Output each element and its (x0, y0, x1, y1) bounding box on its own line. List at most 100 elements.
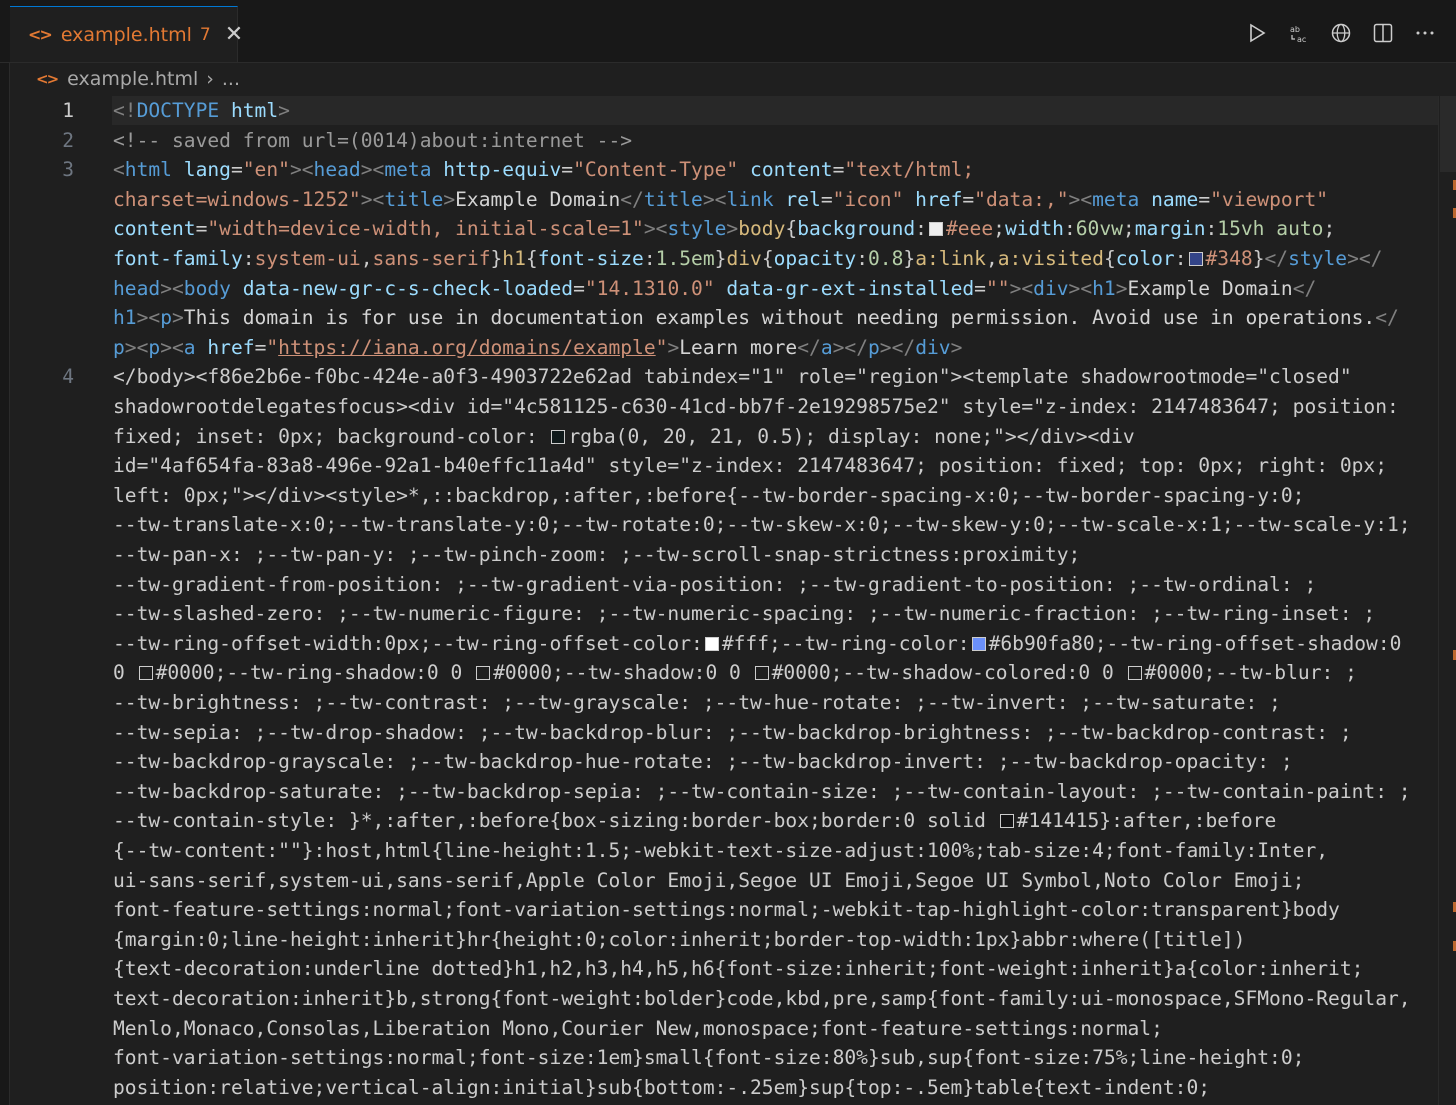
color-swatch[interactable] (551, 429, 566, 444)
code-token: background (797, 217, 916, 241)
code-token: data-gr-ext-installed (714, 276, 975, 300)
scrollbar-thumb[interactable] (1440, 96, 1456, 172)
code-token: > (171, 306, 184, 330)
code-token: </ (620, 187, 644, 211)
code-editor[interactable]: 1 2 3 4 <!DOCTYPE html> <!-- saved from … (0, 96, 1438, 1105)
code-token: = (561, 158, 574, 182)
code-token: { (525, 247, 538, 270)
code-line: --tw-contain-style: }*,:after,:before{bo… (113, 806, 1276, 836)
code-token: #0000;--tw-blur: ; (1144, 661, 1357, 685)
editor-actions: ab ac (1246, 16, 1436, 50)
code-line: id="4af654fa-83a8-496e-92a1-b40effc11a4d… (113, 454, 1388, 478)
line-number: 2 (62, 128, 74, 152)
code-token: ></ (832, 335, 868, 359)
code-token: </ (1264, 247, 1289, 270)
code-line: ui-sans-serif,system-ui,sans-serif,Apple… (113, 868, 1305, 892)
code-token: >< (702, 187, 727, 211)
code-token: ; (1323, 217, 1336, 241)
code-token: title (384, 187, 444, 211)
code-token: >< (136, 306, 161, 330)
code-token: body (738, 217, 786, 241)
code-token: --tw-contain-style: }*,:after,:before{bo… (113, 809, 998, 833)
code-token: DOCTYPE (136, 99, 220, 122)
code-token: div (1033, 276, 1069, 300)
code-token: </ (1292, 276, 1317, 300)
color-swatch[interactable] (754, 666, 769, 681)
code-token: <! (113, 99, 137, 122)
code-line: text-decoration:inherit}b,strong{font-we… (113, 987, 1411, 1010)
code-token: html (219, 99, 279, 122)
code-token: margin (1134, 217, 1206, 241)
code-token: color (1115, 247, 1175, 270)
code-token: = (962, 187, 975, 211)
code-token: >< (360, 158, 385, 182)
tab-example-html[interactable]: <> example.html 7 ✕ (10, 6, 243, 62)
code-token: } (714, 247, 727, 270)
code-token: font-size (537, 247, 644, 270)
code-token: = (974, 276, 986, 300)
preview-icon[interactable] (1330, 22, 1352, 44)
problems-count: 7 (199, 24, 211, 45)
code-token: </ (797, 335, 821, 359)
code-line: --tw-slashed-zero: ;--tw-numeric-figure:… (113, 602, 1376, 626)
color-swatch[interactable] (999, 814, 1014, 829)
replace-icon[interactable]: ab ac (1288, 22, 1310, 44)
code-line: content="width=device-width, initial-sca… (113, 214, 1335, 244)
code-token: > (443, 187, 456, 211)
color-swatch[interactable] (476, 666, 491, 681)
code-token: charset=windows-1252" (113, 187, 361, 211)
code-token: div (726, 247, 762, 270)
code-token: " (655, 335, 668, 359)
code-line: h1><p>This domain is for use in document… (113, 303, 1399, 333)
code-token: h1 (113, 306, 137, 330)
code-token: "" (985, 276, 1010, 300)
code-line: --tw-ring-offset-width:0px;--tw-ring-off… (113, 629, 1401, 659)
code-token: > (1115, 276, 1128, 300)
code-token: p (148, 335, 161, 359)
code-token: a:link (915, 247, 986, 270)
color-swatch[interactable] (138, 666, 153, 681)
code-token: #fff;--tw-ring-color: (721, 631, 970, 655)
code-token: a (820, 335, 833, 359)
code-line: --tw-sepia: ;--tw-drop-shadow: ;--tw-bac… (113, 720, 1352, 744)
color-swatch[interactable] (704, 636, 719, 651)
code-token: "en" (242, 158, 290, 182)
code-line: font-feature-settings:normal;font-variat… (113, 898, 1340, 922)
code-line: <!-- saved from url=(0014)about:internet… (113, 128, 633, 152)
code-token: > (726, 217, 739, 241)
code-token: #6b90fa80;--tw-ring-offset-shadow:0 (988, 631, 1402, 655)
vertical-scrollbar[interactable] (1438, 96, 1456, 1105)
color-swatch[interactable] (1127, 666, 1142, 681)
line-number: 1 (62, 99, 74, 122)
code-token: = (832, 158, 845, 182)
code-token: = (1198, 187, 1211, 211)
html-file-icon: <> (36, 70, 59, 88)
code-token: } (490, 247, 503, 270)
color-swatch[interactable] (928, 222, 943, 237)
line-number: 3 (62, 158, 74, 182)
code-token: >< (160, 276, 184, 300)
breadcrumb-file[interactable]: example.html (67, 68, 198, 90)
split-editor-icon[interactable] (1372, 22, 1394, 44)
code-line: --tw-backdrop-grayscale: ;--tw-backdrop-… (113, 750, 1293, 774)
code-token: data-new-gr-c-s-check-loaded (230, 276, 574, 300)
code-token: = (820, 187, 833, 211)
code-token: a:visited (997, 247, 1104, 270)
code-token: >< (160, 335, 184, 359)
color-swatch[interactable] (971, 636, 986, 651)
code-token: http-equiv (431, 158, 562, 182)
svg-text:ab: ab (1290, 25, 1300, 34)
code-line: --tw-backdrop-saturate: ;--tw-backdrop-s… (113, 779, 1411, 803)
code-token: fixed; inset: 0px; background-color: (113, 424, 550, 448)
breadcrumb-more[interactable]: ... (222, 68, 240, 90)
code-token: > (950, 335, 963, 359)
code-line: <!DOCTYPE html> (113, 96, 290, 126)
code-token: "data:," (974, 187, 1069, 211)
color-swatch[interactable] (1188, 252, 1203, 266)
code-link[interactable]: https://iana.org/domains/example (278, 336, 656, 359)
code-token: "Content-Type" (573, 158, 739, 182)
run-icon[interactable] (1246, 22, 1268, 44)
close-icon[interactable]: ✕ (225, 22, 243, 47)
more-icon[interactable] (1414, 22, 1436, 44)
code-token: 1.5em (655, 247, 715, 270)
